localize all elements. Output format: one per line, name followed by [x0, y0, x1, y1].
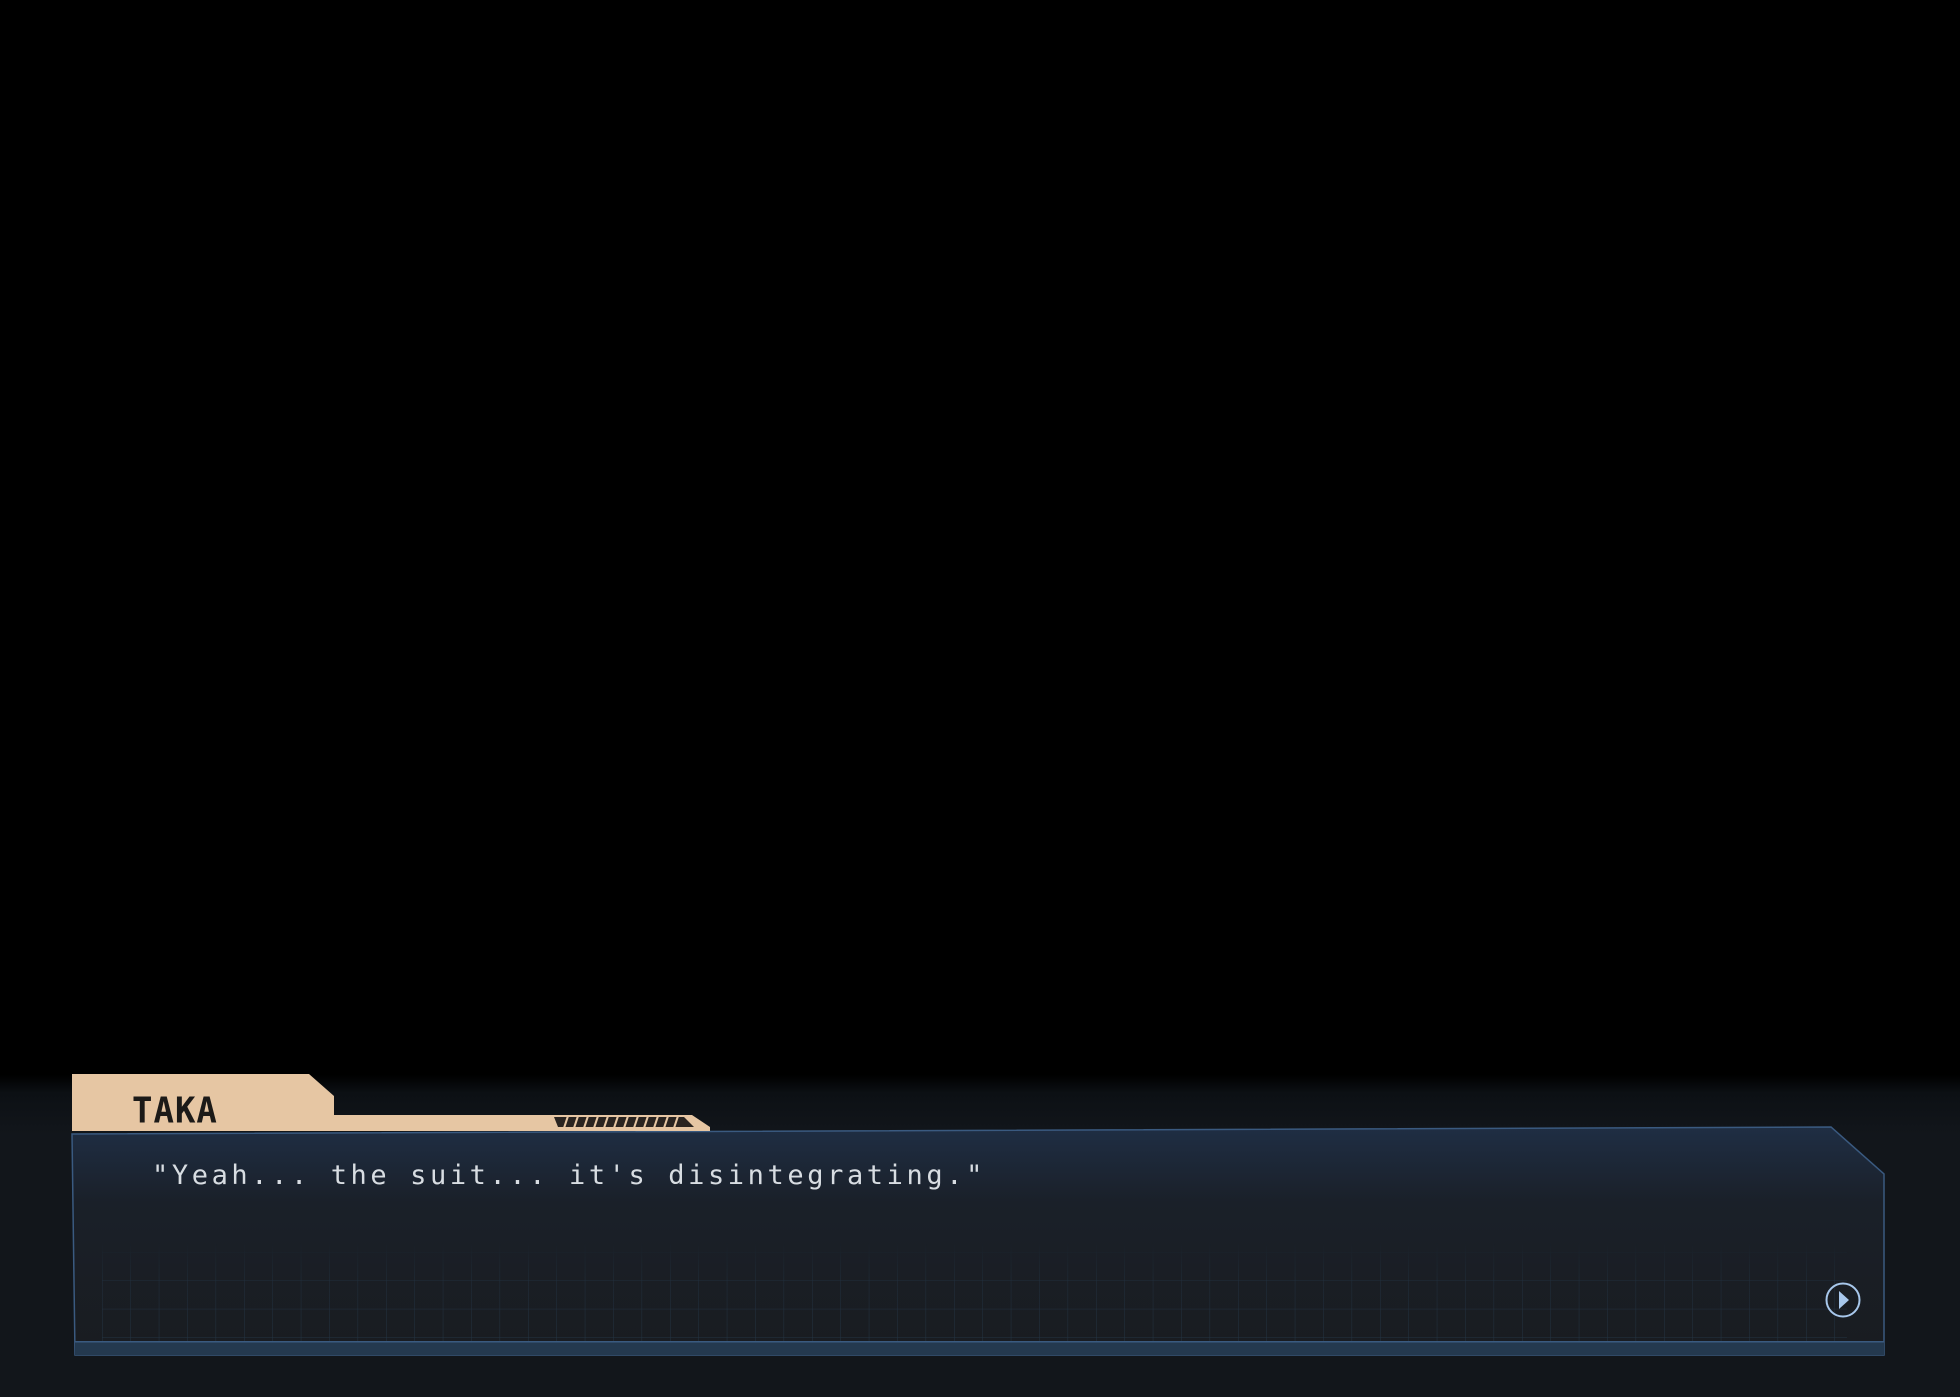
speaker-name: TAKA	[132, 1090, 218, 1132]
grid-pattern	[102, 1242, 1847, 1347]
advance-dialogue-button[interactable]	[1825, 1282, 1861, 1318]
panel-bottom-bar	[75, 1342, 1884, 1355]
play-circle-icon	[1825, 1282, 1861, 1318]
game-scene: TAKA "Yeah... the suit... it's disintegr…	[0, 0, 1960, 1397]
dialogue-box[interactable]: TAKA "Yeah... the suit... it's disintegr…	[71, 1072, 1888, 1357]
dialogue-text: "Yeah... the suit... it's disintegrating…	[152, 1160, 986, 1191]
dialogue-frame	[71, 1074, 1885, 1356]
